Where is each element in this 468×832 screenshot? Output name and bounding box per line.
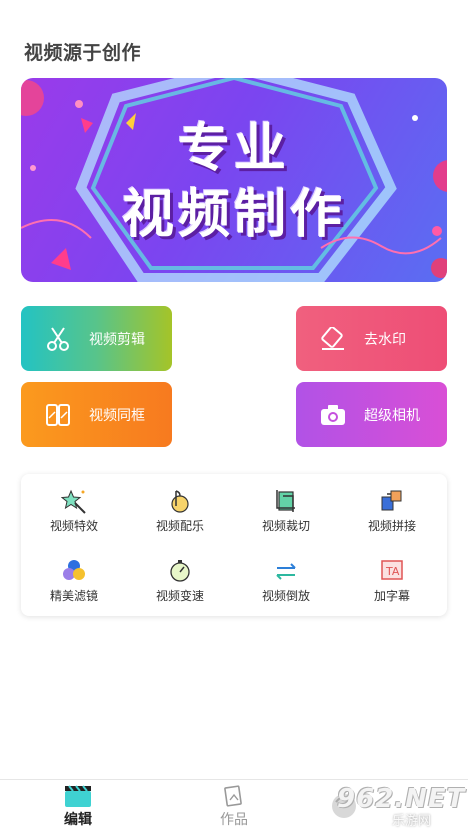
promo-banner[interactable]: 专业 视频制作 xyxy=(21,78,447,282)
nav-works-tab[interactable]: 作品 xyxy=(194,780,274,832)
banner-headline-2: 视频制作 xyxy=(121,185,346,245)
super-camera-button[interactable]: 超级相机 xyxy=(296,382,447,447)
reverse-icon xyxy=(276,563,296,580)
video-duet-label: 视频同框 xyxy=(89,407,145,424)
subtitle-icon: TA xyxy=(381,560,403,580)
nav-edit-label: 编辑 xyxy=(64,812,92,828)
tool-subtitles[interactable]: TA 加字幕 xyxy=(339,558,445,614)
scissors-icon xyxy=(41,322,75,356)
tool-video-crop[interactable]: 视频裁切 xyxy=(233,488,339,544)
tool-video-splice[interactable]: 视频拼接 xyxy=(339,488,445,544)
remove-watermark-label: 去水印 xyxy=(364,331,406,348)
video-duet-button[interactable]: 视频同框 xyxy=(21,382,172,447)
tool-label: 视频裁切 xyxy=(261,519,310,533)
remove-watermark-button[interactable]: 去水印 xyxy=(296,306,447,371)
tool-video-effects[interactable]: 视频特效 xyxy=(21,488,127,544)
tool-filters[interactable]: 精美滤镜 xyxy=(21,558,127,614)
watermark-subtext: 乐游网 xyxy=(392,814,432,829)
split-frame-icon xyxy=(41,398,75,432)
eraser-icon xyxy=(316,322,350,356)
tool-label: 加字幕 xyxy=(373,589,410,603)
splice-icon xyxy=(381,490,402,511)
tool-video-music[interactable]: 视频配乐 xyxy=(127,488,233,544)
works-folder-icon xyxy=(224,785,242,807)
video-cut-label: 视频剪辑 xyxy=(89,331,145,348)
camera-icon xyxy=(316,398,350,432)
nav-edit-tab[interactable]: 编辑 xyxy=(38,780,118,832)
music-icon xyxy=(171,490,189,513)
page-title: 视频源于创作 xyxy=(24,42,142,64)
tool-label: 视频变速 xyxy=(155,589,204,603)
filter-icon xyxy=(63,560,85,580)
video-cut-button[interactable]: 视频剪辑 xyxy=(21,306,172,371)
magic-star-icon xyxy=(61,489,86,514)
tools-grid: 视频特效 视频配乐 视频裁切 视频拼接 精美滤镜 视频变速 视频倒放 TA 加字… xyxy=(21,474,447,616)
tool-label: 视频配乐 xyxy=(155,519,204,533)
tool-label: 视频拼接 xyxy=(367,519,416,533)
tool-reverse[interactable]: 视频倒放 xyxy=(233,558,339,614)
tool-label: 视频特效 xyxy=(49,519,98,533)
svg-text:TA: TA xyxy=(385,565,400,578)
crop-icon xyxy=(276,490,295,512)
tool-label: 精美滤镜 xyxy=(49,589,98,603)
tool-label: 视频倒放 xyxy=(261,589,310,603)
super-camera-label: 超级相机 xyxy=(364,407,420,424)
nav-works-label: 作品 xyxy=(220,812,248,828)
banner-headline-1: 专业 xyxy=(177,119,290,179)
tool-speed[interactable]: 视频变速 xyxy=(127,558,233,614)
speed-icon xyxy=(170,560,190,582)
clapperboard-icon xyxy=(65,785,91,807)
